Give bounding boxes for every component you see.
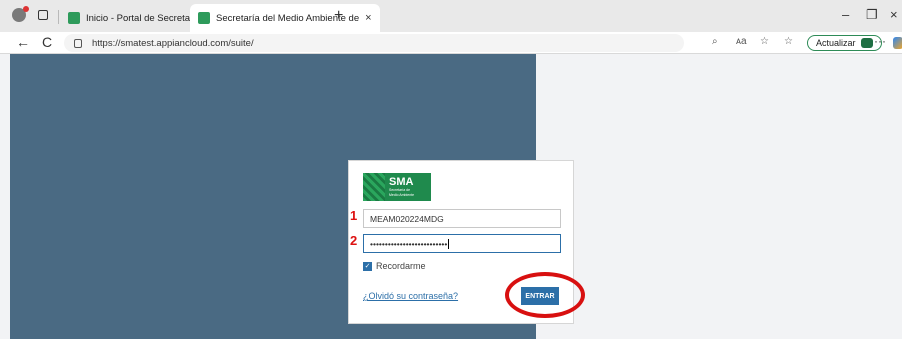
sma-logo: SMA Secretaría de Medio Ambiente (363, 173, 431, 201)
logo-title: SMA (389, 176, 414, 188)
close-window-button[interactable]: × (890, 7, 898, 22)
new-tab-button[interactable]: + (334, 7, 343, 25)
browser-tab-bar: Inicio - Portal de Secretaría de Me × Se… (0, 0, 902, 32)
update-button[interactable]: Actualizar (807, 35, 882, 51)
remember-label: Recordarme (376, 261, 426, 271)
update-icon (860, 38, 873, 48)
logo-subtitle: Medio Ambiente (389, 192, 415, 197)
address-toolbar: ← C https://smatest.appiancloud.com/suit… (0, 32, 902, 54)
tab-secretaria[interactable]: Secretaría del Medio Ambiente de × (190, 4, 380, 32)
annotation-circle (505, 272, 585, 318)
profile-icon[interactable] (12, 6, 29, 22)
logo-pattern-icon (363, 173, 385, 201)
more-menu-icon[interactable]: ··· (874, 34, 886, 48)
site-info-icon[interactable] (74, 38, 82, 48)
username-field[interactable]: MEAM020224MDG (363, 209, 561, 228)
update-label: Actualizar (816, 38, 856, 48)
favorites-icon[interactable]: ☆ (784, 36, 793, 47)
search-icon[interactable]: ⌕ (712, 36, 718, 47)
address-bar[interactable]: https://smatest.appiancloud.com/suite/ (64, 34, 684, 52)
password-value: •••••••••••••••••••••••••• (370, 238, 448, 249)
favorite-star-icon[interactable]: ☆ (760, 36, 769, 47)
remember-me[interactable]: ✓ Recordarme (363, 261, 426, 271)
refresh-button[interactable]: C (42, 34, 52, 50)
tab-favicon-icon (68, 12, 80, 24)
url-text: https://smatest.appiancloud.com/suite/ (92, 37, 254, 49)
tab-close-icon[interactable]: × (365, 12, 371, 24)
username-value: MEAM020224MDG (370, 213, 444, 224)
tab-favicon-icon (198, 12, 210, 24)
tab-actions-icon[interactable] (38, 10, 48, 20)
forgot-password-link[interactable]: ¿Olvidó su contraseña? (363, 291, 458, 301)
restore-button[interactable]: ❐ (866, 7, 878, 23)
copilot-icon[interactable] (893, 37, 902, 49)
annotation-marker-2: 2 (350, 233, 358, 248)
page-viewport: SMA Secretaría de Medio Ambiente 1 MEAM0… (0, 54, 902, 339)
minimize-button[interactable]: – (842, 7, 849, 22)
annotation-marker-1: 1 (350, 208, 358, 223)
checkbox-checked-icon[interactable]: ✓ (363, 261, 372, 271)
logo-subtitle: Secretaría de (389, 188, 411, 192)
read-aloud-icon[interactable]: ᴀa (736, 36, 747, 47)
text-caret (448, 238, 450, 249)
back-button[interactable]: ← (16, 34, 30, 50)
password-field[interactable]: •••••••••••••••••••••••••• (363, 234, 561, 253)
tab-separator (58, 10, 59, 24)
